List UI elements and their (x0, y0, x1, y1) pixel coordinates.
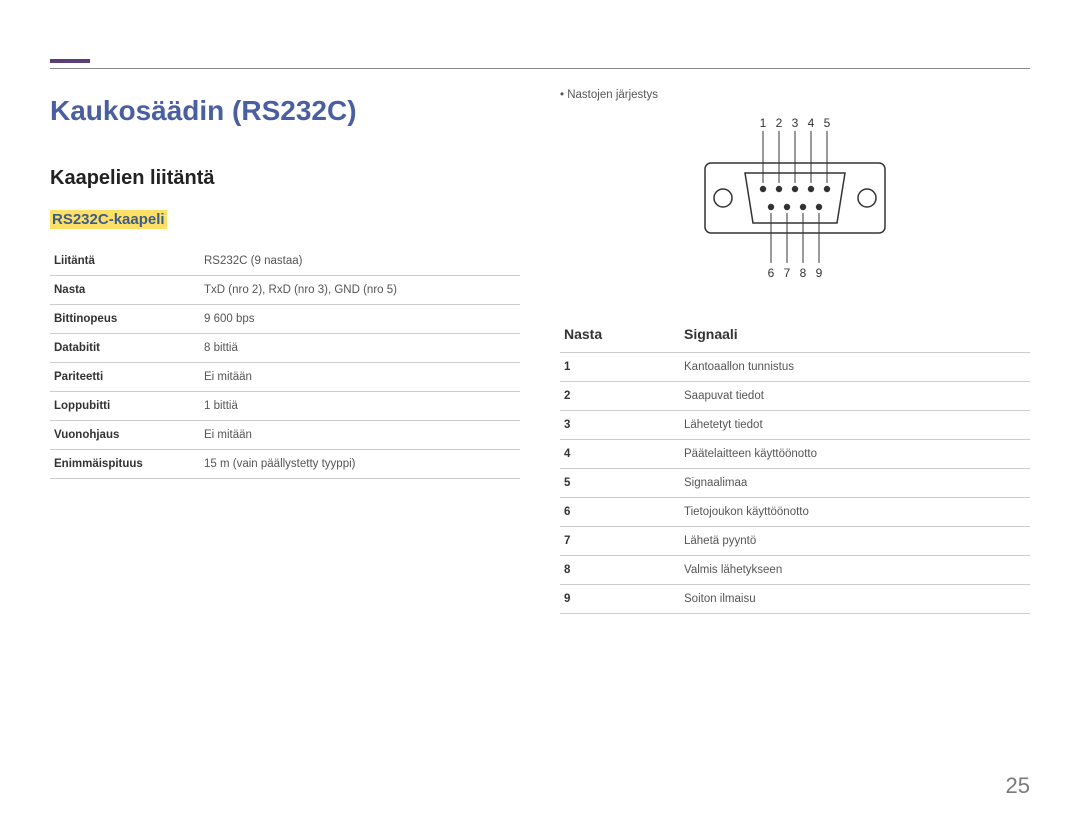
spec-value: 15 m (vain päällystetty tyyppi) (200, 450, 520, 479)
connector-diagram: 1 2 3 4 5 (560, 113, 1030, 298)
spec-label: Liitäntä (50, 247, 200, 276)
spec-row: Loppubitti1 bittiä (50, 392, 520, 421)
spec-value: 9 600 bps (200, 305, 520, 334)
signal-row: 2Saapuvat tiedot (560, 382, 1030, 411)
signal-pin: 7 (560, 527, 680, 556)
signal-row: 4Päätelaitteen käyttöönotto (560, 440, 1030, 469)
signal-pin: 5 (560, 469, 680, 498)
spec-label: Nasta (50, 276, 200, 305)
spec-row: Enimmäispituus15 m (vain päällystetty ty… (50, 450, 520, 479)
signal-pin: 4 (560, 440, 680, 469)
signal-name: Lähetetyt tiedot (680, 411, 1030, 440)
subsection-heading: RS232C-kaapeli (50, 210, 167, 229)
signal-name: Signaalimaa (680, 469, 1030, 498)
pin-order-note: Nastojen järjestys (560, 89, 1030, 101)
pin-label-4: 4 (808, 116, 815, 130)
signal-name: Soiton ilmaisu (680, 585, 1030, 614)
header-rule (50, 68, 1030, 69)
pin-label-6: 6 (768, 266, 775, 280)
section-heading: Kaapelien liitäntä (50, 167, 520, 190)
pin-label-3: 3 (792, 116, 799, 130)
spec-label: Loppubitti (50, 392, 200, 421)
db9-connector-icon: 1 2 3 4 5 (685, 113, 905, 293)
spec-label: Bittinopeus (50, 305, 200, 334)
signal-name: Kantoaallon tunnistus (680, 353, 1030, 382)
signal-name: Päätelaitteen käyttöönotto (680, 440, 1030, 469)
spec-row: LiitäntäRS232C (9 nastaa) (50, 247, 520, 276)
spec-row: Bittinopeus9 600 bps (50, 305, 520, 334)
spec-row: Databitit8 bittiä (50, 334, 520, 363)
spec-table: LiitäntäRS232C (9 nastaa)NastaTxD (nro 2… (50, 247, 520, 479)
spec-value: TxD (nro 2), RxD (nro 3), GND (nro 5) (200, 276, 520, 305)
spec-value: 1 bittiä (200, 392, 520, 421)
pin-label-8: 8 (800, 266, 807, 280)
signal-row: 3Lähetetyt tiedot (560, 411, 1030, 440)
page-number: 25 (1006, 773, 1030, 799)
pin-label-1: 1 (760, 116, 767, 130)
signal-table: Nasta Signaali 1Kantoaallon tunnistus2Sa… (560, 318, 1030, 614)
spec-label: Databitit (50, 334, 200, 363)
signal-row: 6Tietojoukon käyttöönotto (560, 498, 1030, 527)
signal-pin: 8 (560, 556, 680, 585)
signal-header-signal: Signaali (680, 318, 1030, 353)
pin-label-2: 2 (776, 116, 783, 130)
signal-row: 5Signaalimaa (560, 469, 1030, 498)
spec-value: 8 bittiä (200, 334, 520, 363)
left-column: Kaukosäädin (RS232C) Kaapelien liitäntä … (50, 89, 520, 614)
signal-pin: 3 (560, 411, 680, 440)
signal-name: Valmis lähetykseen (680, 556, 1030, 585)
signal-pin: 2 (560, 382, 680, 411)
pin-label-9: 9 (816, 266, 823, 280)
spec-label: Pariteetti (50, 363, 200, 392)
spec-value: Ei mitään (200, 363, 520, 392)
signal-row: 8Valmis lähetykseen (560, 556, 1030, 585)
signal-row: 1Kantoaallon tunnistus (560, 353, 1030, 382)
spec-value: RS232C (9 nastaa) (200, 247, 520, 276)
signal-pin: 6 (560, 498, 680, 527)
pin-label-7: 7 (784, 266, 791, 280)
spec-label: Vuonohjaus (50, 421, 200, 450)
page-title: Kaukosäädin (RS232C) (50, 95, 520, 127)
signal-name: Tietojoukon käyttöönotto (680, 498, 1030, 527)
signal-pin: 1 (560, 353, 680, 382)
spec-row: NastaTxD (nro 2), RxD (nro 3), GND (nro … (50, 276, 520, 305)
spec-row: VuonohjausEi mitään (50, 421, 520, 450)
signal-pin: 9 (560, 585, 680, 614)
signal-name: Lähetä pyyntö (680, 527, 1030, 556)
signal-row: 9Soiton ilmaisu (560, 585, 1030, 614)
signal-row: 7Lähetä pyyntö (560, 527, 1030, 556)
signal-header-pin: Nasta (560, 318, 680, 353)
pin-label-5: 5 (824, 116, 831, 130)
spec-row: PariteettiEi mitään (50, 363, 520, 392)
signal-name: Saapuvat tiedot (680, 382, 1030, 411)
spec-label: Enimmäispituus (50, 450, 200, 479)
right-column: Nastojen järjestys 1 2 3 4 5 (560, 89, 1030, 614)
spec-value: Ei mitään (200, 421, 520, 450)
